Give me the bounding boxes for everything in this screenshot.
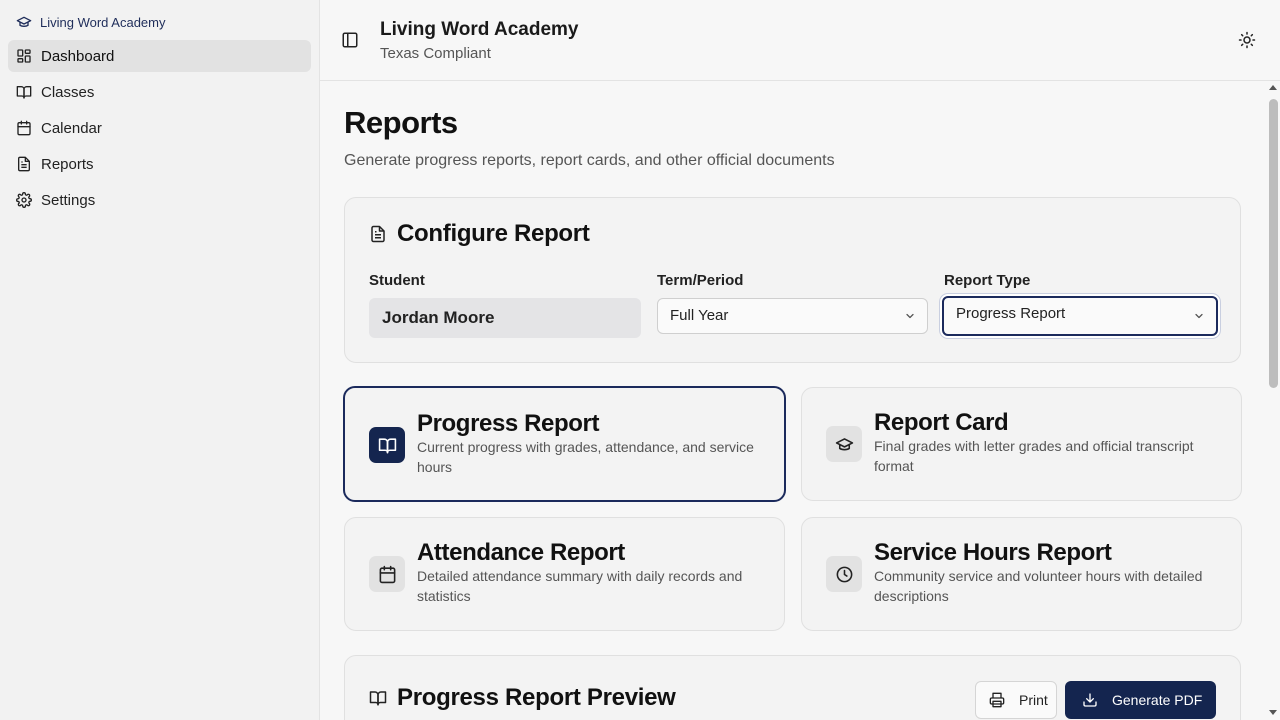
sun-icon[interactable] bbox=[1238, 31, 1256, 49]
term-label: Term/Period bbox=[657, 272, 744, 289]
student-label: Student bbox=[369, 272, 425, 289]
dashboard-icon bbox=[17, 49, 31, 63]
book-open-icon bbox=[378, 437, 396, 453]
configure-report-label: Configure Report bbox=[397, 220, 590, 247]
clock-icon bbox=[836, 566, 852, 582]
report-type-title: Report Card bbox=[874, 409, 1009, 436]
term-select-value: Full Year bbox=[670, 307, 729, 324]
sidebar-item-label: Settings bbox=[41, 191, 96, 209]
sidebar-item-calendar[interactable]: Calendar bbox=[8, 112, 311, 144]
scrollbar-thumb[interactable] bbox=[1269, 99, 1278, 388]
scroll-down-arrow-icon[interactable] bbox=[1269, 710, 1277, 715]
sidebar-item-classes[interactable]: Classes bbox=[8, 76, 311, 108]
print-button-label: Print bbox=[1019, 692, 1048, 708]
sidebar-item-label: Classes bbox=[41, 83, 95, 101]
report-type-select[interactable]: Progress Report bbox=[942, 296, 1218, 336]
report-type-label: Report Type bbox=[944, 272, 1031, 289]
download-icon bbox=[1083, 693, 1097, 707]
file-icon bbox=[371, 225, 385, 243]
report-type-icon-box bbox=[369, 556, 405, 592]
sidebar-item-label: Reports bbox=[41, 155, 94, 173]
report-type-description: Detailed attendance summary with daily r… bbox=[417, 568, 743, 604]
scroll-up-arrow-icon[interactable] bbox=[1269, 85, 1277, 90]
generate-pdf-label: Generate PDF bbox=[1112, 692, 1203, 708]
report-type-description: Final grades with letter grades and offi… bbox=[874, 438, 1194, 474]
page-title: Reports bbox=[344, 105, 458, 140]
gear-icon bbox=[16, 192, 32, 208]
generate-pdf-button[interactable]: Generate PDF bbox=[1065, 681, 1216, 719]
brand-label: Living Word Academy bbox=[40, 14, 166, 30]
configure-report-card: Configure Report Student Jordan Moore Te… bbox=[344, 197, 1241, 363]
calendar-icon bbox=[17, 120, 31, 136]
page-subtitle: Generate progress reports, report cards,… bbox=[344, 152, 835, 169]
main-scrollbar[interactable] bbox=[1266, 81, 1280, 720]
report-type-attendance[interactable]: Attendance Report Detailed attendance su… bbox=[344, 517, 785, 631]
student-field: Jordan Moore bbox=[369, 298, 641, 338]
school-name: Living Word Academy bbox=[380, 19, 579, 40]
calendar-icon bbox=[379, 565, 395, 583]
sidebar-toggle-icon[interactable] bbox=[341, 31, 359, 49]
report-type-title: Service Hours Report bbox=[874, 539, 1112, 566]
report-type-icon-box bbox=[826, 556, 862, 592]
sidebar-item-label: Calendar bbox=[41, 119, 102, 137]
file-icon bbox=[18, 156, 30, 172]
graduation-cap-icon bbox=[835, 437, 853, 450]
report-type-service-hours[interactable]: Service Hours Report Community service a… bbox=[801, 517, 1242, 631]
report-preview-card: Progress Report Preview Print Generate P… bbox=[344, 655, 1241, 720]
report-preview-title: Progress Report Preview bbox=[369, 684, 676, 712]
term-select[interactable]: Full Year bbox=[657, 298, 928, 334]
graduation-cap-icon bbox=[16, 16, 32, 27]
report-preview-label: Progress Report Preview bbox=[397, 684, 676, 711]
report-type-title: Attendance Report bbox=[417, 539, 625, 566]
sidebar-item-settings[interactable]: Settings bbox=[8, 184, 311, 216]
book-icon bbox=[16, 86, 32, 99]
chevron-down-icon bbox=[906, 313, 914, 319]
report-type-select-value: Progress Report bbox=[956, 305, 1066, 322]
school-subtitle: Texas Compliant bbox=[380, 45, 491, 62]
report-type-title: Progress Report bbox=[417, 410, 600, 437]
report-type-report-card[interactable]: Report Card Final grades with letter gra… bbox=[801, 387, 1242, 501]
report-type-description: Community service and volunteer hours wi… bbox=[874, 568, 1203, 604]
report-type-progress[interactable]: Progress Report Current progress with gr… bbox=[343, 386, 786, 502]
book-icon bbox=[369, 691, 387, 706]
chevron-down-icon bbox=[1195, 313, 1203, 319]
report-type-description: Current progress with grades, attendance… bbox=[417, 439, 754, 475]
main-content: Reports Generate progress reports, repor… bbox=[320, 81, 1266, 720]
report-type-icon-box bbox=[369, 427, 405, 463]
sidebar-item-label: Dashboard bbox=[41, 47, 115, 65]
sidebar-item-dashboard[interactable]: Dashboard bbox=[8, 40, 311, 72]
configure-report-title: Configure Report bbox=[369, 220, 590, 248]
print-button[interactable]: Print bbox=[975, 681, 1057, 719]
sidebar-brand[interactable]: Living Word Academy bbox=[16, 14, 166, 30]
sidebar-item-reports[interactable]: Reports bbox=[8, 148, 311, 180]
report-type-icon-box bbox=[826, 426, 862, 462]
sidebar-nav: Dashboard Classes Calendar Reports Setti… bbox=[8, 40, 311, 220]
printer-icon bbox=[989, 692, 1005, 708]
sidebar: Living Word Academy Dashboard Classes Ca… bbox=[0, 0, 320, 720]
top-header: Living Word Academy Texas Compliant bbox=[320, 0, 1280, 81]
